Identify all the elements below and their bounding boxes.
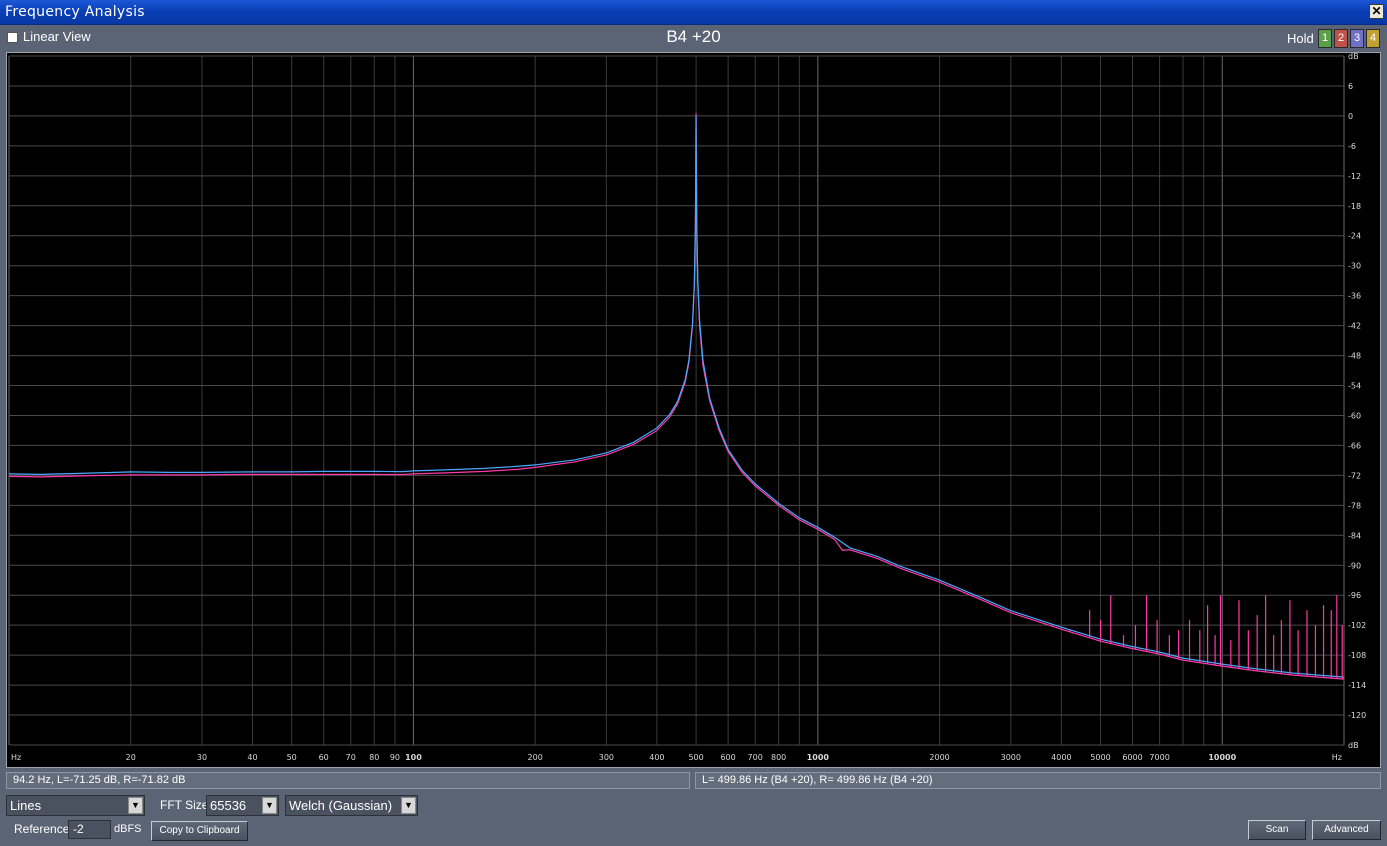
x-tick-label: 50 [287, 753, 297, 762]
fft-size-label: FFT Size [160, 798, 209, 812]
note-display: B4 +20 [666, 27, 721, 46]
y-tick-label: -114 [1348, 681, 1366, 690]
x-tick-label: 600 [720, 753, 735, 762]
x-tick-label: 200 [528, 753, 543, 762]
x-tick-label: 70 [346, 753, 356, 762]
x-tick-label: 60 [319, 753, 329, 762]
x-tick-label: 2000 [929, 753, 949, 762]
y-tick-label: -96 [1348, 591, 1361, 600]
hold-button-2[interactable]: 2 [1334, 29, 1348, 48]
x-tick-label: 10000 [1208, 753, 1236, 762]
hold-button-4-label: 4 [1369, 32, 1377, 44]
y-tick-label: -78 [1348, 501, 1361, 510]
y-tick-label: -24 [1348, 232, 1361, 241]
spectrum-chart[interactable]: dB60-6-12-18-24-30-36-42-48-54-60-66-72-… [7, 53, 1380, 767]
y-tick-label: -30 [1348, 262, 1361, 271]
hold-button-3-label: 3 [1353, 32, 1361, 44]
y-tick-label: -18 [1348, 202, 1361, 211]
hold-button-1[interactable]: 1 [1318, 29, 1332, 48]
y-tick-label: -42 [1348, 322, 1361, 331]
chevron-down-icon[interactable]: ▼ [128, 797, 143, 814]
hold-button-4[interactable]: 4 [1366, 29, 1380, 48]
peak-readout: L= 499.86 Hz (B4 +20), R= 499.86 Hz (B4 … [695, 772, 1381, 789]
y-tick-label: dB [1348, 53, 1359, 61]
window-title: Frequency Analysis [5, 4, 145, 20]
close-icon: ✕ [1371, 4, 1382, 18]
x-tick-label: 90 [390, 753, 400, 762]
reference-unit: dBFS [114, 823, 142, 835]
y-tick-label: -66 [1348, 441, 1361, 450]
x-tick-label: Hz [1332, 753, 1342, 762]
series-line-R [8, 113, 1345, 680]
top-toolbar: Linear View B4 +20 Hold 1 2 3 4 [0, 25, 1387, 51]
hold-button-2-label: 2 [1337, 32, 1345, 44]
x-tick-label: Hz [11, 753, 21, 762]
fft-size-select[interactable]: 65536 ▼ [206, 795, 279, 816]
tick-label-layer: dB60-6-12-18-24-30-36-42-48-54-60-66-72-… [11, 53, 1366, 762]
x-tick-label: 800 [771, 753, 786, 762]
window-function-select[interactable]: Welch (Gaussian) ▼ [285, 795, 418, 816]
x-tick-label: 80 [369, 753, 379, 762]
window-function-value: Welch (Gaussian) [289, 798, 393, 813]
x-tick-label: 7000 [1149, 753, 1169, 762]
y-tick-label: -102 [1348, 621, 1366, 630]
y-tick-label: dB [1348, 741, 1359, 750]
y-tick-label: -84 [1348, 531, 1361, 540]
fft-size-value: 65536 [210, 798, 247, 813]
copy-to-clipboard-button[interactable]: Copy to Clipboard [151, 821, 248, 841]
x-tick-label: 500 [688, 753, 703, 762]
reference-input[interactable]: -2 [68, 820, 111, 839]
hold-label: Hold [1287, 31, 1314, 46]
y-tick-label: -60 [1348, 411, 1361, 420]
x-tick-label: 40 [247, 753, 257, 762]
close-button[interactable]: ✕ [1369, 4, 1384, 19]
x-tick-label: 3000 [1001, 753, 1021, 762]
y-tick-label: -54 [1348, 382, 1361, 391]
series-line-L [8, 115, 1345, 678]
y-tick-label: -48 [1348, 352, 1361, 361]
x-tick-label: 1000 [807, 753, 830, 762]
advanced-button[interactable]: Advanced [1312, 820, 1381, 840]
hold-button-3[interactable]: 3 [1350, 29, 1364, 48]
x-tick-label: 100 [405, 753, 422, 762]
y-tick-label: -108 [1348, 651, 1366, 660]
series-layer [8, 113, 1345, 680]
x-tick-label: 5000 [1090, 753, 1110, 762]
title-bar: Frequency Analysis ✕ [0, 0, 1387, 25]
hold-button-1-label: 1 [1321, 32, 1329, 44]
x-tick-label: 30 [197, 753, 207, 762]
reference-label: Reference [14, 822, 70, 836]
x-tick-label: 4000 [1051, 753, 1071, 762]
y-tick-label: 6 [1348, 82, 1353, 91]
y-tick-label: -120 [1348, 711, 1366, 720]
scan-button[interactable]: Scan [1248, 820, 1306, 840]
cursor-readout: 94.2 Hz, L=-71.25 dB, R=-71.82 dB [6, 772, 690, 789]
chevron-down-icon[interactable]: ▼ [262, 797, 277, 814]
y-tick-label: -90 [1348, 561, 1361, 570]
y-tick-label: -36 [1348, 292, 1361, 301]
graph-mode-select[interactable]: Lines ▼ [6, 795, 145, 816]
x-tick-label: 400 [649, 753, 664, 762]
x-tick-label: 300 [599, 753, 614, 762]
y-tick-label: 0 [1348, 112, 1353, 121]
spectrum-plot-frame[interactable]: dB 6 0 -6 -12 -18 -24 -30 -36 -42 -48 -54 -60 -66 -72-… [6, 52, 1381, 768]
chevron-down-icon[interactable]: ▼ [401, 797, 416, 814]
y-tick-label: -6 [1348, 142, 1356, 151]
x-tick-label: 6000 [1122, 753, 1142, 762]
grid-layer [8, 55, 1345, 746]
y-tick-label: -12 [1348, 172, 1361, 181]
x-tick-label: 20 [126, 753, 136, 762]
x-tick-label: 700 [748, 753, 763, 762]
graph-mode-value: Lines [10, 798, 42, 813]
y-tick-label: -72 [1348, 471, 1361, 480]
